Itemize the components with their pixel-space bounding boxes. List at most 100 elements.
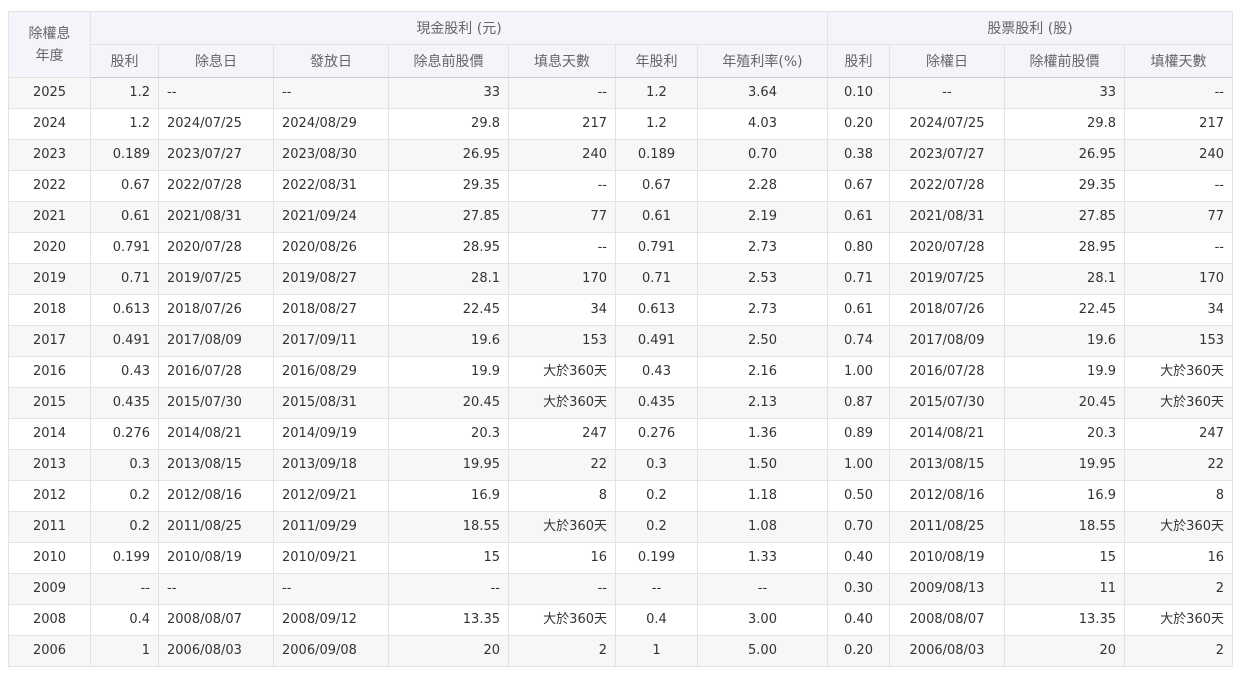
cell-payment-date: 2021/09/24	[273, 201, 389, 233]
cell-rights-fill-days: 大於360天	[1124, 356, 1233, 388]
cell-ex-rights-date: 2022/07/28	[889, 170, 1005, 202]
cell-cash-dividend: 0.4	[90, 604, 159, 636]
cell-pre-ex-rights-price: 11	[1004, 573, 1125, 605]
cell-pre-ex-dividend-price: 19.9	[388, 356, 509, 388]
cell-annual-dividend: 0.199	[615, 542, 698, 574]
cell-year: 2021	[8, 201, 91, 233]
cell-pre-ex-dividend-price: 19.6	[388, 325, 509, 357]
cell-pre-ex-dividend-price: 18.55	[388, 511, 509, 543]
table-row: 2022 0.67 2022/07/28 2022/08/31 29.35 -- 0.67 2…	[8, 170, 1233, 202]
table-row: 2024 1.2 2024/07/25 2024/08/29 29.8 217 1.2 4.0…	[8, 108, 1233, 140]
cell-payment-date: 2023/08/30	[273, 139, 389, 171]
cell-stock-dividend: 0.50	[827, 480, 890, 512]
cell-cash-dividend: 0.613	[90, 294, 159, 326]
cell-ex-rights-date: 2017/08/09	[889, 325, 1005, 357]
cell-ex-dividend-date: 2018/07/26	[158, 294, 274, 326]
cell-ex-rights-date: 2024/07/25	[889, 108, 1005, 140]
table-body: 2025 1.2 -- -- 33 -- 1.2 3.64 0.10 -- 33 -- 2024 1.2 2…	[8, 77, 1233, 667]
cell-cash-dividend: 1	[90, 635, 159, 667]
cell-rights-fill-days: 2	[1124, 573, 1233, 605]
col-header-cash-dividend: 股利	[90, 44, 159, 78]
cell-pre-ex-dividend-price: 28.1	[388, 263, 509, 295]
cell-pre-ex-dividend-price: 28.95	[388, 232, 509, 264]
col-header-dividend-fill-days: 填息天數	[508, 44, 616, 78]
cell-pre-ex-dividend-price: 13.35	[388, 604, 509, 636]
col-header-annual-yield: 年殖利率(%)	[697, 44, 828, 78]
cell-ex-dividend-date: 2019/07/25	[158, 263, 274, 295]
cell-pre-ex-dividend-price: 20.45	[388, 387, 509, 419]
cell-pre-ex-rights-price: 29.8	[1004, 108, 1125, 140]
stock-dividend-header: 股票股利 (股)	[827, 11, 1233, 45]
cell-year: 2014	[8, 418, 91, 450]
cell-year: 2011	[8, 511, 91, 543]
cell-ex-rights-date: 2009/08/13	[889, 573, 1005, 605]
cell-ex-rights-date: 2023/07/27	[889, 139, 1005, 171]
cell-dividend-fill-days: --	[508, 170, 616, 202]
cell-rights-fill-days: 34	[1124, 294, 1233, 326]
cell-payment-date: 2019/08/27	[273, 263, 389, 295]
cell-dividend-fill-days: 153	[508, 325, 616, 357]
cell-annual-dividend: 0.3	[615, 449, 698, 481]
cell-annual-dividend: --	[615, 573, 698, 605]
cell-stock-dividend: 0.61	[827, 201, 890, 233]
cell-dividend-fill-days: 大於360天	[508, 387, 616, 419]
cell-payment-date: 2013/09/18	[273, 449, 389, 481]
cell-dividend-fill-days: 8	[508, 480, 616, 512]
cell-year: 2016	[8, 356, 91, 388]
cell-annual-dividend: 0.67	[615, 170, 698, 202]
cell-year: 2018	[8, 294, 91, 326]
cell-annual-dividend: 1.2	[615, 108, 698, 140]
cell-ex-rights-date: 2006/08/03	[889, 635, 1005, 667]
cell-annual-dividend: 0.2	[615, 480, 698, 512]
col-header-ex-rights-date: 除權日	[889, 44, 1005, 78]
cell-pre-ex-dividend-price: --	[388, 573, 509, 605]
cell-year: 2019	[8, 263, 91, 295]
cell-stock-dividend: 0.67	[827, 170, 890, 202]
cell-annual-yield: 2.16	[697, 356, 828, 388]
cell-ex-dividend-date: 2015/07/30	[158, 387, 274, 419]
cell-dividend-fill-days: 16	[508, 542, 616, 574]
year-header: 除權息年度	[8, 11, 91, 78]
cell-dividend-fill-days: --	[508, 573, 616, 605]
cell-annual-yield: 2.73	[697, 232, 828, 264]
table-row: 2010 0.199 2010/08/19 2010/09/21 15 16 0.199 1.…	[8, 542, 1233, 574]
cell-rights-fill-days: --	[1124, 170, 1233, 202]
cell-rights-fill-days: 247	[1124, 418, 1233, 450]
cell-payment-date: 2008/09/12	[273, 604, 389, 636]
cell-annual-dividend: 0.61	[615, 201, 698, 233]
col-header-payment-date: 發放日	[273, 44, 389, 78]
cell-annual-dividend: 0.43	[615, 356, 698, 388]
cell-pre-ex-rights-price: 29.35	[1004, 170, 1125, 202]
cell-year: 2023	[8, 139, 91, 171]
table-row: 2011 0.2 2011/08/25 2011/09/29 18.55 大於360天 0.…	[8, 511, 1233, 543]
cell-annual-yield: 1.33	[697, 542, 828, 574]
cell-annual-dividend: 0.491	[615, 325, 698, 357]
column-header-row: 股利 除息日 發放日 除息前股價 填息天數 年股利 年殖利率(%) 股利 除權日 除權前股價 填權天…	[9, 44, 1233, 78]
col-header-annual-dividend: 年股利	[615, 44, 698, 78]
cell-stock-dividend: 0.20	[827, 635, 890, 667]
cell-pre-ex-rights-price: 19.9	[1004, 356, 1125, 388]
table-row: 2014 0.276 2014/08/21 2014/09/19 20.3 247 0.27…	[8, 418, 1233, 450]
cell-stock-dividend: 0.38	[827, 139, 890, 171]
cell-pre-ex-dividend-price: 16.9	[388, 480, 509, 512]
cell-dividend-fill-days: 大於360天	[508, 356, 616, 388]
cell-cash-dividend: 0.199	[90, 542, 159, 574]
cell-year: 2009	[8, 573, 91, 605]
cell-payment-date: 2014/09/19	[273, 418, 389, 450]
cell-dividend-fill-days: 34	[508, 294, 616, 326]
table-row: 2020 0.791 2020/07/28 2020/08/26 28.95 -- 0.79…	[8, 232, 1233, 264]
cell-rights-fill-days: 77	[1124, 201, 1233, 233]
cell-pre-ex-dividend-price: 33	[388, 77, 509, 109]
cell-pre-ex-rights-price: 13.35	[1004, 604, 1125, 636]
table-row: 2025 1.2 -- -- 33 -- 1.2 3.64 0.10 -- 33 --	[8, 77, 1233, 109]
col-header-ex-dividend-date: 除息日	[158, 44, 274, 78]
cell-ex-dividend-date: 2012/08/16	[158, 480, 274, 512]
cell-payment-date: 2010/09/21	[273, 542, 389, 574]
cell-pre-ex-dividend-price: 27.85	[388, 201, 509, 233]
cell-year: 2013	[8, 449, 91, 481]
cell-annual-yield: 2.19	[697, 201, 828, 233]
cell-ex-rights-date: 2013/08/15	[889, 449, 1005, 481]
cell-pre-ex-rights-price: 18.55	[1004, 511, 1125, 543]
cell-rights-fill-days: 170	[1124, 263, 1233, 295]
cell-cash-dividend: 0.2	[90, 480, 159, 512]
